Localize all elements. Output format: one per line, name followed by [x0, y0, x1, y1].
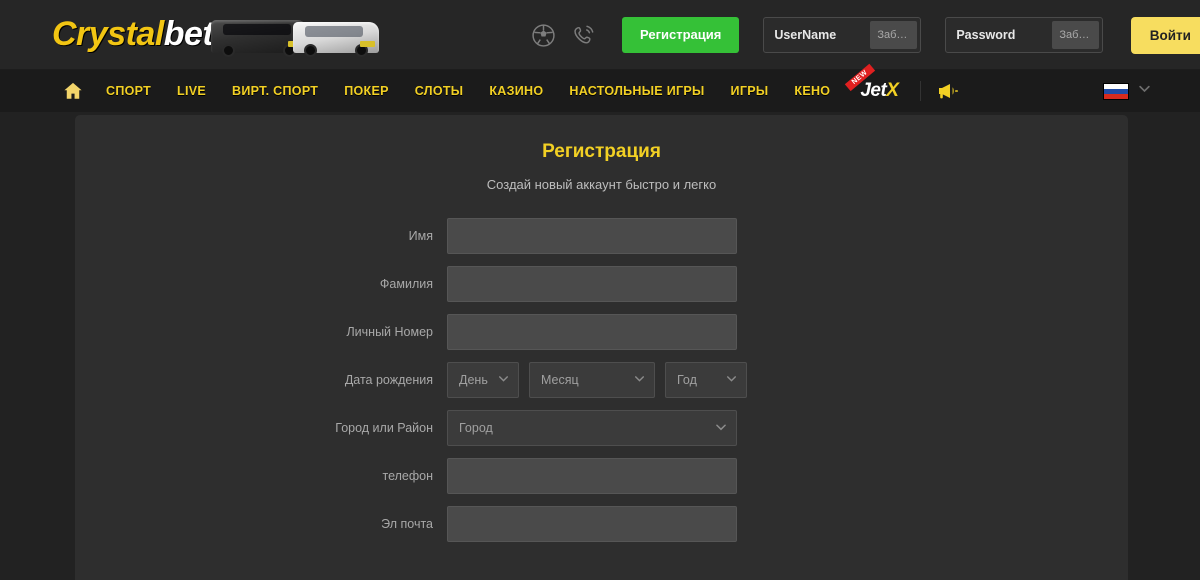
site-header: Crystalbet Регистрация UserName Забыли P… [0, 0, 1200, 70]
car-wheel [222, 44, 236, 57]
chevron-down-icon [725, 372, 738, 388]
birthdate-label: Дата рождения [344, 373, 433, 387]
password-label: Password [956, 28, 1016, 42]
city-select[interactable]: Город [447, 410, 737, 446]
logo-cars-image [207, 11, 380, 57]
password-field[interactable]: Password Забыли [945, 17, 1104, 53]
nav-item-poker[interactable]: ПОКЕР [344, 84, 389, 98]
nav-item-live[interactable]: LIVE [177, 84, 206, 98]
form-row-phone: телефон [75, 458, 1128, 494]
chevron-down-icon [1137, 81, 1152, 101]
soccer-ball-icon[interactable] [530, 22, 556, 48]
phone-label: телефон [382, 469, 433, 483]
city-label: Город или Район [335, 421, 433, 435]
phone-input[interactable] [447, 458, 737, 494]
chevron-down-icon [714, 420, 728, 437]
phone-call-icon[interactable] [570, 22, 596, 48]
megaphone-icon[interactable] [935, 81, 959, 101]
city-placeholder: Город [459, 421, 493, 435]
nav-item-keno[interactable]: КЕНО [794, 84, 830, 98]
username-field[interactable]: UserName Забыли [763, 17, 922, 53]
last-name-label: Фамилия [379, 277, 433, 291]
page-title: Регистрация [542, 141, 661, 162]
first-name-input[interactable] [447, 218, 737, 254]
birthdate-selects: День Месяц Год [447, 362, 747, 398]
birth-day-placeholder: День [459, 373, 488, 387]
nav-item-table-games[interactable]: НАСТОЛЬНЫЕ ИГРЫ [569, 84, 704, 98]
page-subtitle: Создай новый аккаунт быстро и легко [486, 177, 717, 192]
registration-panel: Регистрация Создай новый аккаунт быстро … [75, 115, 1128, 580]
form-row-last-name: Фамилия [75, 266, 1128, 302]
language-selector[interactable] [1103, 70, 1152, 112]
birth-month-select[interactable]: Месяц [529, 362, 655, 398]
jetx-logo-part1: Jet [860, 80, 887, 101]
birth-day-select[interactable]: День [447, 362, 519, 398]
flag-ru-icon [1103, 82, 1129, 100]
car-window [305, 26, 364, 37]
form-row-city: Город или Район Город [75, 410, 1128, 446]
nav-item-sport[interactable]: СПОРТ [106, 84, 151, 98]
chevron-down-icon [633, 372, 646, 388]
nav-item-slots[interactable]: СЛОТЫ [415, 84, 464, 98]
form-row-personal-number: Личный Номер [75, 314, 1128, 350]
form-row-email: Эл почта [75, 506, 1128, 542]
form-row-birthdate: Дата рождения День Месяц Год [75, 362, 1128, 398]
car-white-image [293, 22, 380, 57]
jetx-logo: JetX [860, 80, 899, 101]
logo-text: Crystalbet [52, 14, 214, 54]
chevron-down-icon [497, 372, 510, 388]
logo-text-part2: bet [163, 14, 214, 53]
registration-form: Имя Фамилия Личный Номер Дата рождения Д… [75, 218, 1128, 542]
logo-text-part1: Crystal [52, 14, 164, 53]
birth-year-select[interactable]: Год [665, 362, 747, 398]
nav-item-casino[interactable]: КАЗИНО [489, 84, 543, 98]
username-label: UserName [774, 28, 837, 42]
car-plate [360, 41, 376, 47]
email-label: Эл почта [381, 517, 433, 531]
nav-item-virtual-sport[interactable]: ВИРТ. СПОРТ [232, 84, 318, 98]
car-window [223, 24, 292, 35]
birth-year-placeholder: Год [677, 373, 697, 387]
forgot-username-button[interactable]: Забыли [870, 21, 918, 49]
register-button[interactable]: Регистрация [622, 17, 740, 53]
forgot-password-button[interactable]: Забыли [1052, 21, 1100, 49]
login-button[interactable]: Войти [1131, 16, 1200, 54]
last-name-input[interactable] [447, 266, 737, 302]
header-actions: Регистрация UserName Забыли Password Заб… [530, 0, 1200, 70]
personal-number-input[interactable] [447, 314, 737, 350]
birth-month-placeholder: Месяц [541, 373, 579, 387]
personal-number-label: Личный Номер [346, 325, 433, 339]
site-logo[interactable]: Crystalbet [52, 8, 380, 60]
home-icon[interactable] [62, 80, 84, 102]
form-row-first-name: Имя [75, 218, 1128, 254]
nav-divider [920, 81, 922, 101]
email-input[interactable] [447, 506, 737, 542]
main-navigation: СПОРТ LIVE ВИРТ. СПОРТ ПОКЕР СЛОТЫ КАЗИН… [0, 63, 1200, 112]
first-name-label: Имя [408, 229, 433, 243]
car-wheel [304, 44, 318, 57]
nav-item-games[interactable]: ИГРЫ [731, 84, 769, 98]
nav-item-jetx[interactable]: NEW JetX [845, 63, 904, 104]
jetx-logo-part2: X [886, 80, 899, 101]
